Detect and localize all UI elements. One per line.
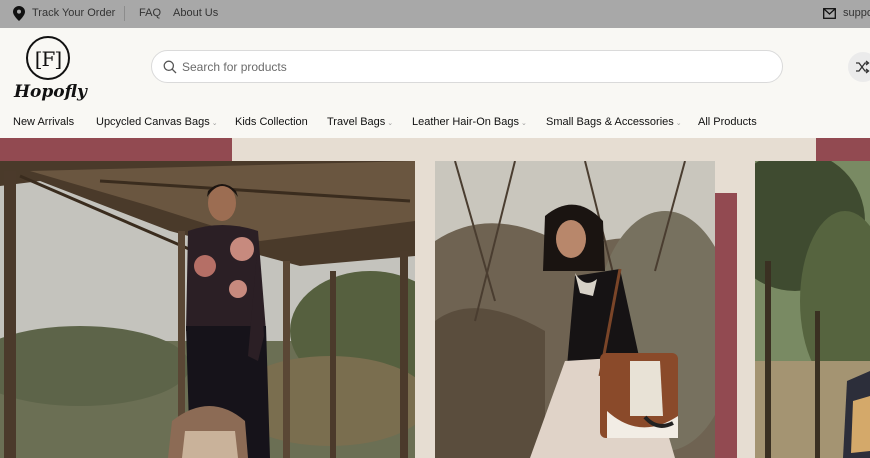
- nav-label: Small Bags & Accessories: [546, 116, 674, 128]
- chevron-down-icon: ⌄: [211, 120, 218, 127]
- model-photo: [755, 161, 870, 458]
- logo-emblem: [F]: [26, 36, 70, 80]
- mail-icon: [823, 8, 836, 19]
- nav-label: Travel Bags: [327, 116, 386, 128]
- nav-label: Upcycled Canvas Bags: [96, 116, 210, 128]
- search-icon: [163, 60, 177, 74]
- nav-leather-hair-on-bags[interactable]: Leather Hair-On Bags ⌄: [412, 115, 527, 131]
- logo[interactable]: [F] Hopofly: [0, 28, 96, 108]
- location-pin-icon: [13, 6, 25, 21]
- track-order-link[interactable]: Track Your Order: [32, 7, 115, 20]
- hero-slide-image[interactable]: [755, 161, 870, 458]
- compare-button[interactable]: [848, 52, 870, 82]
- top-bar: Track Your Order FAQ About Us suppo: [0, 0, 870, 28]
- hero-slide-image[interactable]: [0, 161, 415, 458]
- accent-bar: [0, 138, 232, 161]
- nav-small-bags-accessories[interactable]: Small Bags & Accessories ⌄: [546, 115, 682, 131]
- nav-label: New Arrivals: [13, 116, 75, 128]
- nav-upcycled-canvas-bags[interactable]: Upcycled Canvas Bags ⌄: [96, 115, 218, 131]
- logo-wordmark: Hopofly: [14, 82, 87, 102]
- nav-label: Leather Hair-On Bags: [412, 116, 519, 128]
- model-photo: [0, 161, 415, 458]
- nav-new-arrivals[interactable]: New Arrivals: [13, 115, 74, 129]
- nav-travel-bags[interactable]: Travel Bags ⌄: [327, 115, 393, 131]
- model-photo: [435, 161, 715, 458]
- chevron-down-icon: ⌄: [675, 120, 682, 127]
- nav-all-products[interactable]: All Products: [698, 115, 757, 129]
- support-email-link[interactable]: suppo: [843, 7, 870, 20]
- about-link[interactable]: About Us: [173, 7, 218, 20]
- hero-carousel: [0, 138, 870, 458]
- search-input[interactable]: [182, 58, 762, 76]
- nav-label: All Products: [698, 116, 757, 128]
- chevron-down-icon: ⌄: [521, 120, 527, 127]
- divider: [124, 6, 125, 21]
- faq-link[interactable]: FAQ: [139, 7, 161, 20]
- site-header: [F] Hopofly New Arrivals Upcycled Canvas…: [0, 28, 870, 138]
- accent-bar: [816, 138, 870, 161]
- hero-slide-image[interactable]: [435, 161, 715, 458]
- accent-bar: [715, 193, 737, 458]
- search-bar: [151, 50, 783, 83]
- logo-monogram: [F]: [34, 47, 62, 71]
- nav-kids-collection[interactable]: Kids Collection: [235, 115, 308, 129]
- shuffle-icon: [856, 60, 870, 74]
- chevron-down-icon: ⌄: [387, 120, 394, 127]
- nav-label: Kids Collection: [235, 116, 308, 128]
